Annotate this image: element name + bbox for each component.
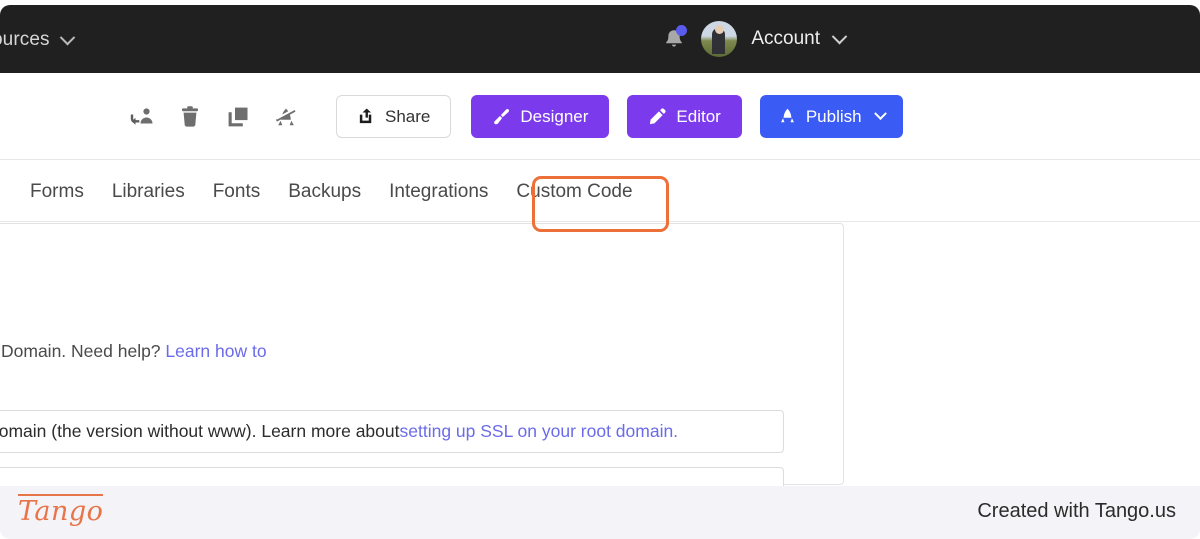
- share-button-label: Share: [385, 106, 431, 126]
- custom-code-panel: Domain. Need help? Learn how to root dom…: [0, 223, 844, 507]
- paintbrush-icon: [494, 108, 510, 125]
- unpublish-icon[interactable]: [262, 97, 310, 137]
- share-export-icon: [359, 108, 372, 124]
- chevron-down-icon: [59, 29, 75, 45]
- transfer-site-icon[interactable]: [118, 97, 166, 137]
- tango-footer: Tango Created with Tango.us: [0, 486, 1200, 539]
- rocket-icon: [780, 108, 794, 123]
- avatar[interactable]: [701, 21, 738, 57]
- designer-button[interactable]: Designer: [471, 95, 610, 138]
- designer-button-label: Designer: [520, 106, 589, 126]
- ssl-root-domain-link[interactable]: setting up SSL on your root domain.: [400, 421, 679, 442]
- trash-icon: [182, 105, 198, 127]
- chevron-down-icon[interactable]: [831, 28, 848, 44]
- ssl-info-box: root domain (the version without www). L…: [0, 410, 784, 453]
- learn-how-to-link[interactable]: Learn how to: [165, 341, 266, 361]
- site-action-toolbar: Share Designer Editor Publish: [0, 73, 1200, 160]
- publish-button-label: Publish: [805, 106, 862, 126]
- settings-tab-bar: Forms Libraries Fonts Backups Integratio…: [0, 160, 1200, 222]
- publish-button[interactable]: Publish: [759, 95, 903, 138]
- tab-backups[interactable]: Backups: [274, 182, 375, 201]
- unpublish-rocket-icon: [275, 107, 296, 125]
- duplicate-icon: [228, 107, 248, 126]
- tango-logo: Tango: [18, 494, 104, 527]
- ssl-info-text: root domain (the version without www). L…: [0, 421, 400, 441]
- account-menu-label: Account: [751, 28, 820, 49]
- notification-badge-dot: [676, 25, 688, 36]
- app-window: ources Account: [0, 0, 1200, 539]
- chevron-down-icon: [873, 107, 887, 121]
- tango-credit-label: Created with Tango.us: [977, 500, 1176, 522]
- tab-libraries[interactable]: Libraries: [98, 182, 199, 201]
- tab-custom-code[interactable]: Custom Code: [502, 182, 646, 201]
- domain-helper-text: Domain. Need help? Learn how to: [1, 341, 267, 362]
- share-button[interactable]: Share: [336, 95, 452, 138]
- notifications-button[interactable]: [661, 22, 688, 56]
- nav-resources-label: ources: [0, 29, 50, 50]
- pencil-icon: [650, 108, 666, 125]
- top-navigation-bar: ources Account: [0, 5, 1200, 73]
- tab-forms[interactable]: Forms: [30, 182, 98, 201]
- top-bar-right-cluster: Account: [661, 21, 848, 57]
- duplicate-icon[interactable]: [214, 97, 262, 137]
- tab-fonts[interactable]: Fonts: [199, 182, 275, 201]
- editor-button-label: Editor: [676, 106, 721, 126]
- tab-integrations[interactable]: Integrations: [375, 182, 502, 201]
- editor-button[interactable]: Editor: [627, 95, 742, 138]
- delete-icon[interactable]: [166, 97, 214, 137]
- domain-helper-label: Domain. Need help?: [1, 341, 166, 361]
- nav-resources-dropdown[interactable]: ources: [0, 29, 75, 51]
- transfer-site-icon: [130, 107, 153, 125]
